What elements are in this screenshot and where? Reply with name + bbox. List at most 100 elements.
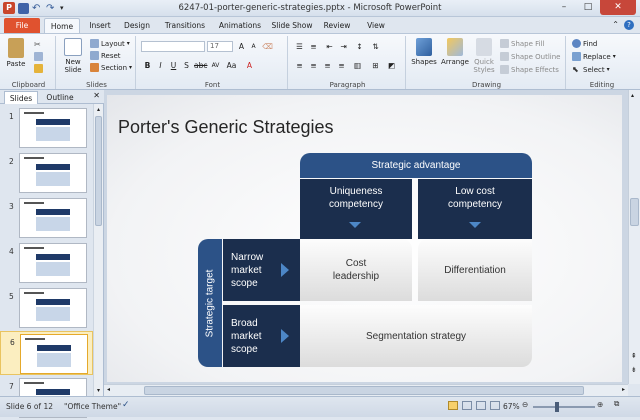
align-right-icon[interactable]: ≡ (322, 60, 333, 71)
maximize-icon[interactable]: □ (576, 0, 600, 15)
help-icon[interactable]: ? (624, 20, 634, 30)
layout-icon (90, 39, 99, 48)
tab-insert[interactable]: Insert (84, 18, 116, 33)
decrease-indent-icon[interactable]: ⇤ (324, 41, 335, 52)
tab-transitions[interactable]: Transitions (160, 18, 210, 33)
strategic-target-header[interactable]: Strategic target (198, 239, 222, 367)
powerpoint-logo-icon[interactable]: P (3, 2, 15, 14)
normal-view-icon[interactable] (448, 401, 458, 410)
differentiation-cell[interactable]: Differentiation (418, 239, 532, 301)
columns-icon[interactable]: ▥ (352, 60, 363, 71)
zoom-out-icon[interactable]: ⊖ (522, 400, 528, 409)
tab-slides[interactable]: Slides (4, 91, 38, 104)
replace-button[interactable]: Replace ▾ (572, 52, 616, 61)
minimize-icon[interactable]: – (552, 0, 576, 15)
next-slide-icon[interactable]: ⇟ (631, 366, 637, 374)
segmentation-strategy-cell[interactable]: Segmentation strategy (300, 305, 532, 367)
align-left-icon[interactable]: ≡ (294, 60, 305, 71)
cut-button[interactable]: ✂ (34, 40, 43, 49)
align-text-icon[interactable]: ⊞ (370, 60, 381, 71)
zoom-slider-thumb[interactable] (555, 402, 559, 412)
section-button[interactable]: Section ▾ (90, 63, 132, 72)
bold-icon[interactable]: B (142, 60, 153, 71)
line-spacing-icon[interactable]: ↕ (354, 41, 365, 52)
minimize-ribbon-icon[interactable]: ⌃ (612, 20, 619, 30)
customize-qat-icon[interactable]: ▾ (60, 3, 71, 14)
zoom-level[interactable]: 67% (503, 402, 520, 411)
editor-horizontal-scrollbar[interactable]: ◂ ▸ (104, 384, 628, 396)
tab-outline[interactable]: Outline (42, 91, 78, 104)
fit-to-window-icon[interactable]: ⧉ (614, 399, 619, 409)
slide-thumbnail[interactable]: 1 (0, 106, 93, 150)
justify-icon[interactable]: ≡ (336, 60, 347, 71)
tab-review[interactable]: Review (320, 18, 354, 33)
find-button[interactable]: Find (572, 39, 597, 48)
spell-check-icon[interactable]: ✓ (122, 400, 130, 410)
select-button[interactable]: ⬉ Select ▾ (572, 65, 610, 74)
slide-thumbnail[interactable]: 5 (0, 286, 93, 330)
copy-button[interactable] (34, 52, 43, 61)
reading-view-icon[interactable] (476, 401, 486, 410)
shape-fill-button[interactable]: Shape Fill (500, 39, 545, 48)
editor-vertical-scrollbar[interactable]: ▴ ⇞ ⇟ (628, 90, 640, 384)
redo-icon[interactable]: ↷ (46, 3, 57, 14)
tab-view[interactable]: View (362, 18, 390, 33)
slide-show-icon[interactable] (490, 401, 500, 410)
arrange-button[interactable]: Arrange (440, 38, 470, 66)
align-center-icon[interactable]: ≡ (308, 60, 319, 71)
increase-indent-icon[interactable]: ⇥ (338, 41, 349, 52)
horizontal-scroll-thumb[interactable] (144, 386, 584, 395)
pane-scroll-thumb[interactable] (95, 116, 102, 226)
zoom-slider[interactable] (533, 402, 595, 412)
reset-button[interactable]: Reset (90, 51, 121, 60)
slide-thumbnail[interactable]: 3 (0, 196, 93, 240)
close-pane-icon[interactable]: ✕ (93, 91, 100, 100)
clear-formatting-icon[interactable]: ⌫ (262, 41, 273, 52)
underline-icon[interactable]: U (168, 60, 179, 71)
tab-animations[interactable]: Animations (216, 18, 264, 33)
change-case-icon[interactable]: Aa (226, 60, 237, 71)
undo-icon[interactable]: ↶ (32, 3, 43, 14)
new-slide-button[interactable]: New Slide (60, 38, 86, 74)
slide-canvas[interactable]: Porter's Generic Strategies Strategic ad… (107, 95, 622, 382)
low-cost-competency-cell[interactable]: Low cost competency (418, 179, 532, 239)
font-name-dropdown[interactable] (141, 41, 205, 52)
tab-file[interactable]: File (4, 18, 40, 33)
numbering-icon[interactable]: ≡ (308, 41, 319, 52)
close-icon[interactable]: ✕ (600, 0, 636, 15)
slide-thumbnail[interactable]: 2 (0, 151, 93, 195)
pane-scrollbar[interactable]: ▴ ▾ (93, 104, 103, 396)
character-spacing-icon[interactable]: AV (210, 60, 221, 71)
tab-slide-show[interactable]: Slide Show (270, 18, 314, 33)
strategic-advantage-header[interactable]: Strategic advantage (300, 153, 532, 178)
shape-effects-button[interactable]: Shape Effects (500, 65, 559, 74)
uniqueness-competency-cell[interactable]: Uniqueness competency (300, 179, 412, 239)
italic-icon[interactable]: I (155, 60, 166, 71)
smartart-icon[interactable]: ◩ (386, 60, 397, 71)
tab-home[interactable]: Home (44, 18, 80, 33)
shapes-button[interactable]: Shapes (410, 38, 438, 66)
strikethrough-icon[interactable]: abc (194, 60, 207, 71)
shrink-font-icon[interactable]: A (248, 41, 259, 52)
text-direction-icon[interactable]: ⇅ (370, 41, 381, 52)
slide-title[interactable]: Porter's Generic Strategies (118, 117, 334, 138)
shadow-icon[interactable]: S (181, 60, 192, 71)
shape-outline-button[interactable]: Shape Outline (500, 52, 560, 61)
bullets-icon[interactable]: ☰ (294, 41, 305, 52)
tab-design[interactable]: Design (120, 18, 154, 33)
previous-slide-icon[interactable]: ⇞ (631, 352, 637, 360)
layout-button[interactable]: Layout ▾ (90, 39, 130, 48)
cost-leadership-cell[interactable]: Cost leadership (300, 239, 412, 301)
editor-scroll-thumb[interactable] (630, 198, 639, 226)
font-size-dropdown[interactable]: 17 (207, 41, 233, 52)
font-color-icon[interactable]: A (244, 60, 255, 71)
slide-sorter-icon[interactable] (462, 401, 472, 410)
slide-thumbnail[interactable]: 4 (0, 241, 93, 285)
zoom-in-icon[interactable]: ⊕ (597, 400, 603, 409)
slide-thumbnail[interactable]: 6 (0, 331, 93, 375)
save-icon[interactable] (18, 2, 29, 14)
paste-button[interactable]: Paste (4, 38, 28, 68)
grow-font-icon[interactable]: A (236, 41, 247, 52)
format-painter-button[interactable] (34, 64, 43, 73)
quick-styles-button[interactable]: Quick Styles (470, 38, 498, 74)
